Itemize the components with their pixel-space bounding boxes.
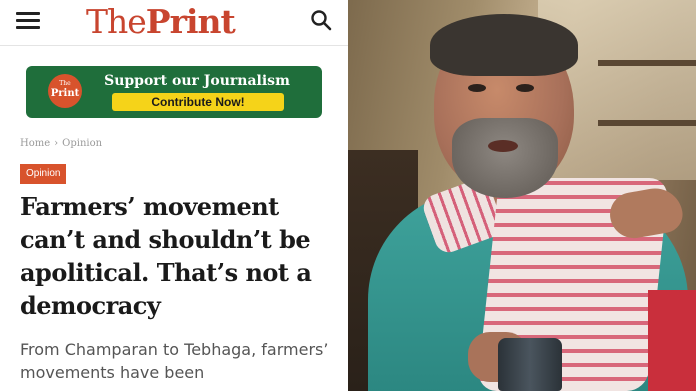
banner-title: Support our Journalism: [104, 73, 290, 89]
photo-red-cushion: [648, 290, 696, 391]
photo-shelf: [598, 120, 696, 126]
site-logo[interactable]: ThePrint: [86, 2, 236, 41]
photo-eye: [468, 84, 486, 92]
photo-cup: [498, 338, 562, 391]
breadcrumb-opinion[interactable]: Opinion: [62, 138, 102, 149]
photo-mouth: [488, 140, 518, 152]
photo-hair: [430, 14, 578, 76]
top-bar: ThePrint: [0, 0, 348, 46]
theprint-badge-icon: The Print: [48, 74, 82, 108]
badge-small-text: The: [59, 80, 71, 87]
contribute-button[interactable]: Contribute Now!: [112, 93, 284, 111]
article-deck: From Champaran to Tebhaga, farmers’ move…: [20, 340, 329, 382]
article-headline: Farmers’ movement can’t and shouldn’t be…: [20, 192, 312, 320]
logo-print: Print: [145, 2, 236, 41]
photo-shelf: [598, 60, 696, 66]
search-icon[interactable]: [309, 8, 333, 32]
support-banner[interactable]: The Print Support our Journalism Contrib…: [26, 66, 322, 118]
hamburger-menu-icon[interactable]: [16, 12, 40, 30]
article-panel: ThePrint The Print Support our Journalis…: [0, 0, 348, 391]
logo-the: The: [86, 2, 147, 41]
photo-eye: [516, 84, 534, 92]
article-photo: [348, 0, 696, 391]
photo-beard: [452, 118, 558, 198]
breadcrumb: Home › Opinion: [20, 138, 102, 149]
category-tag[interactable]: Opinion: [20, 164, 67, 184]
breadcrumb-separator: ›: [54, 138, 59, 149]
badge-big-text: Print: [50, 88, 80, 99]
breadcrumb-home[interactable]: Home: [20, 138, 50, 149]
